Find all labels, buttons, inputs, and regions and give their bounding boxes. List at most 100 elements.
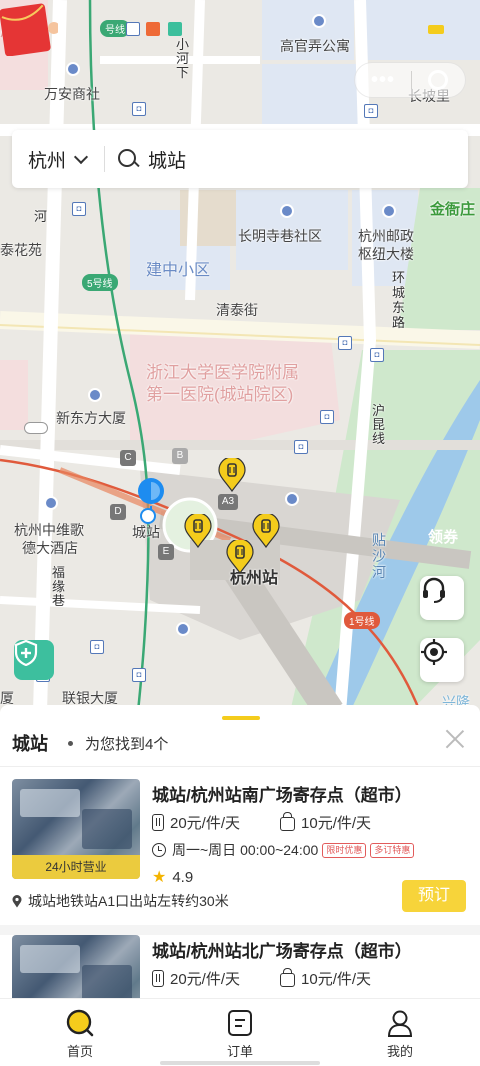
city-label: 杭州	[28, 150, 67, 172]
exit-badge-a3: A3	[218, 494, 238, 510]
result-count: 为您找到4个	[85, 735, 169, 753]
exit-badge-c: C	[120, 450, 136, 466]
search-divider	[104, 146, 105, 172]
map-label-gaoguan: 高官弄公寓	[280, 38, 350, 54]
map-canvas	[0, 0, 480, 712]
battery-icon	[428, 25, 444, 34]
coupon-button[interactable]	[0, 0, 58, 56]
luggage-icon	[152, 970, 164, 987]
locker-pin[interactable]	[252, 514, 280, 548]
map-label-jianzhong: 建中小区	[146, 262, 211, 279]
locker-pin[interactable]	[184, 514, 212, 548]
insurance-button[interactable]	[14, 640, 54, 680]
tab-orders[interactable]: 订单	[160, 999, 320, 1066]
map-label-chengzhan: 城站	[132, 524, 160, 540]
tab-mine[interactable]: 我的	[320, 999, 480, 1066]
search-icon	[117, 148, 139, 170]
store-name[interactable]: 城站/杭州站南广场寄存点（超市）	[152, 781, 412, 806]
bus-stop-icon[interactable]: ◘	[90, 640, 104, 654]
address-text: 城站地铁站A1口出站左转约30米	[28, 893, 229, 909]
store-name[interactable]: 城站/杭州站北广场寄存点（超市）	[152, 937, 412, 962]
orders-icon	[228, 1010, 252, 1036]
card-separator	[0, 925, 480, 935]
bag-icon	[280, 968, 296, 987]
poi-icon[interactable]	[88, 388, 102, 402]
bus-stop-icon[interactable]: ◘	[294, 440, 308, 454]
star-icon: ★	[152, 869, 167, 886]
price-bag: 10元/件/天	[301, 971, 372, 988]
sheet-header: 城站 为您找到4个	[12, 731, 168, 755]
map-label-hujun: 沪昆线	[372, 403, 386, 446]
metro-station-icon[interactable]	[140, 508, 156, 524]
app-icon-3	[168, 22, 182, 36]
home-search-icon	[66, 1009, 94, 1037]
close-miniprogram-icon[interactable]	[428, 70, 448, 90]
tab-home-label: 首页	[66, 1044, 93, 1059]
locker-pin[interactable]	[226, 540, 254, 574]
miniprogram-capsule[interactable]: •••	[354, 62, 466, 98]
shield-icon	[14, 640, 38, 666]
exit-badge-e: E	[158, 544, 174, 560]
more-icon[interactable]: •••	[355, 69, 411, 92]
bus-stop-icon[interactable]: ◘	[320, 410, 334, 424]
customer-service-button[interactable]	[420, 576, 464, 620]
map-label-hotel2: 德大酒店	[22, 540, 78, 556]
sheet-drag-handle[interactable]	[222, 716, 260, 720]
clock-icon	[152, 843, 166, 857]
locate-button[interactable]	[420, 638, 464, 682]
exit-badge-b: B	[172, 448, 188, 464]
capsule-divider	[411, 71, 412, 89]
result-card[interactable]: 24小时营业 城站/杭州站南广场寄存点（超市） 20元/件/天 10元/件/天 …	[0, 779, 480, 919]
bus-stop-icon[interactable]: ◘	[370, 348, 384, 362]
rating-row: ★ 4.9	[152, 867, 193, 887]
chevron-down-icon	[73, 149, 89, 164]
bus-stop-icon[interactable]: ◘	[132, 102, 146, 116]
bus-stop-icon[interactable]: ◘	[338, 336, 352, 350]
user-icon	[387, 1010, 413, 1037]
bus-stop-icon[interactable]: ◘	[72, 202, 86, 216]
headset-icon	[423, 577, 445, 603]
bullet-dot	[68, 740, 73, 746]
open-24h-badge: 24小时营业	[12, 855, 140, 879]
book-button[interactable]: 预订	[402, 880, 466, 912]
map-label-qingtai: 清泰街	[216, 302, 258, 318]
close-icon[interactable]	[444, 727, 466, 749]
bus-stop-icon[interactable]: ◘	[132, 668, 146, 682]
map-label-fuyuan: 福缘巷	[52, 565, 66, 608]
tab-home[interactable]: 首页	[0, 999, 160, 1066]
price-row: 20元/件/天 10元/件/天	[152, 968, 371, 989]
city-selector[interactable]: 杭州	[12, 146, 104, 173]
poi-icon[interactable]	[280, 204, 294, 218]
map-label-changmingsi: 长明寺巷社区	[238, 228, 322, 244]
hours-row: 周一~周日 00:00~24:00 限时优惠 多订特惠	[152, 840, 415, 860]
locate-icon	[421, 639, 447, 665]
sheet-title: 城站	[12, 734, 48, 754]
promo-tag: 限时优惠	[322, 842, 367, 858]
divider	[0, 766, 480, 767]
line-badge-1: 1号线	[344, 612, 380, 629]
poi-icon[interactable]	[285, 492, 299, 506]
opening-hours: 周一~周日 00:00~24:00	[172, 842, 319, 858]
search-input[interactable]: 城站	[148, 146, 186, 173]
map-label-youzheng1: 杭州邮政	[358, 228, 414, 244]
search-bar[interactable]: 杭州 城站	[12, 130, 468, 188]
price-bag: 10元/件/天	[301, 815, 372, 832]
app-icon-1	[126, 22, 140, 36]
poi-icon[interactable]	[66, 62, 80, 76]
map-label-xiaohe: 小河下	[176, 37, 190, 80]
map-label-hospital2: 第一医院(城站院区)	[146, 385, 294, 404]
locker-pin[interactable]	[218, 458, 246, 492]
store-photo: 24小时营业	[12, 779, 140, 879]
poi-icon[interactable]	[312, 14, 326, 28]
poi-icon[interactable]	[176, 622, 190, 636]
map-view[interactable]: 号线 属第 万安商社 高官弄公寓 长坡里 小河下 河 泰花苑 长明寺巷社区 建中…	[0, 0, 480, 712]
bag-icon	[280, 812, 296, 831]
app-icon-2	[146, 22, 160, 36]
location-pin-icon	[12, 894, 22, 907]
map-label-xindongfang: 新东方大厦	[56, 410, 126, 426]
bus-stop-icon[interactable]: ◘	[364, 104, 378, 118]
poi-icon[interactable]	[44, 496, 58, 510]
status-bar: 号线	[0, 0, 480, 44]
poi-icon[interactable]	[382, 204, 396, 218]
tab-orders-label: 订单	[226, 1044, 253, 1059]
